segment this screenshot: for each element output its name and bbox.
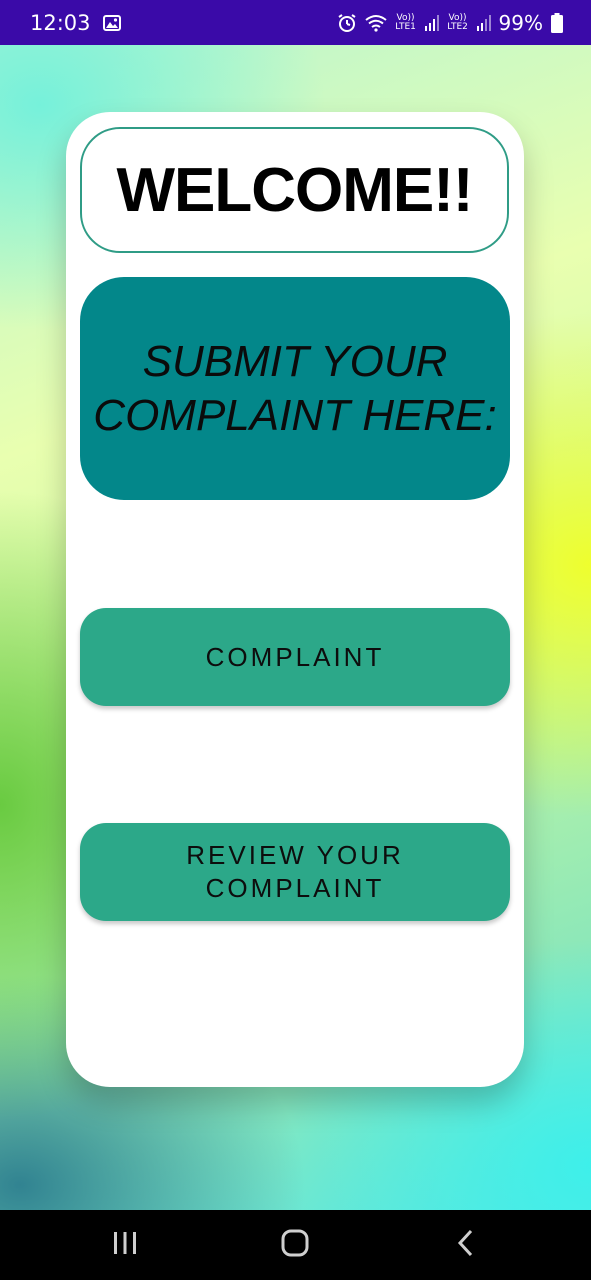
back-icon (457, 1229, 475, 1262)
status-time: 12:03 (30, 10, 91, 35)
review-complaint-button-label: REVIEW YOUR COMPLAINT (186, 840, 404, 903)
submit-heading: SUBMIT YOUR COMPLAINT HERE: (93, 336, 497, 440)
alarm-icon (337, 13, 357, 33)
status-bar: 12:03 Vo)) LTE1 Vo)) LTE2 99% (0, 0, 591, 45)
status-left: 12:03 (30, 11, 121, 35)
status-right: Vo)) LTE1 Vo)) LTE2 99% (337, 11, 563, 35)
review-complaint-button[interactable]: REVIEW YOUR COMPLAINT (80, 823, 510, 921)
recent-apps-icon (112, 1231, 138, 1260)
wifi-icon (364, 14, 387, 32)
battery-icon (551, 12, 563, 33)
gallery-icon (102, 14, 121, 31)
complaint-button[interactable]: COMPLAINT (80, 608, 510, 706)
main-card (66, 112, 524, 1087)
welcome-title: WELCOME!! (116, 155, 473, 225)
home-button[interactable] (255, 1215, 335, 1275)
home-icon (281, 1229, 309, 1262)
battery-percent: 99% (498, 10, 543, 35)
back-button[interactable] (426, 1215, 506, 1275)
complaint-button-label: COMPLAINT (205, 641, 385, 672)
signal-icon (424, 14, 439, 31)
sim2-label: Vo)) LTE2 (447, 12, 468, 32)
navigation-bar (0, 1210, 591, 1280)
recent-apps-button[interactable] (85, 1215, 165, 1275)
signal-icon (476, 14, 491, 31)
welcome-banner: WELCOME!! (80, 127, 509, 253)
sim1-label: Vo)) LTE1 (395, 12, 416, 32)
submit-heading-box: SUBMIT YOUR COMPLAINT HERE: (80, 277, 510, 500)
